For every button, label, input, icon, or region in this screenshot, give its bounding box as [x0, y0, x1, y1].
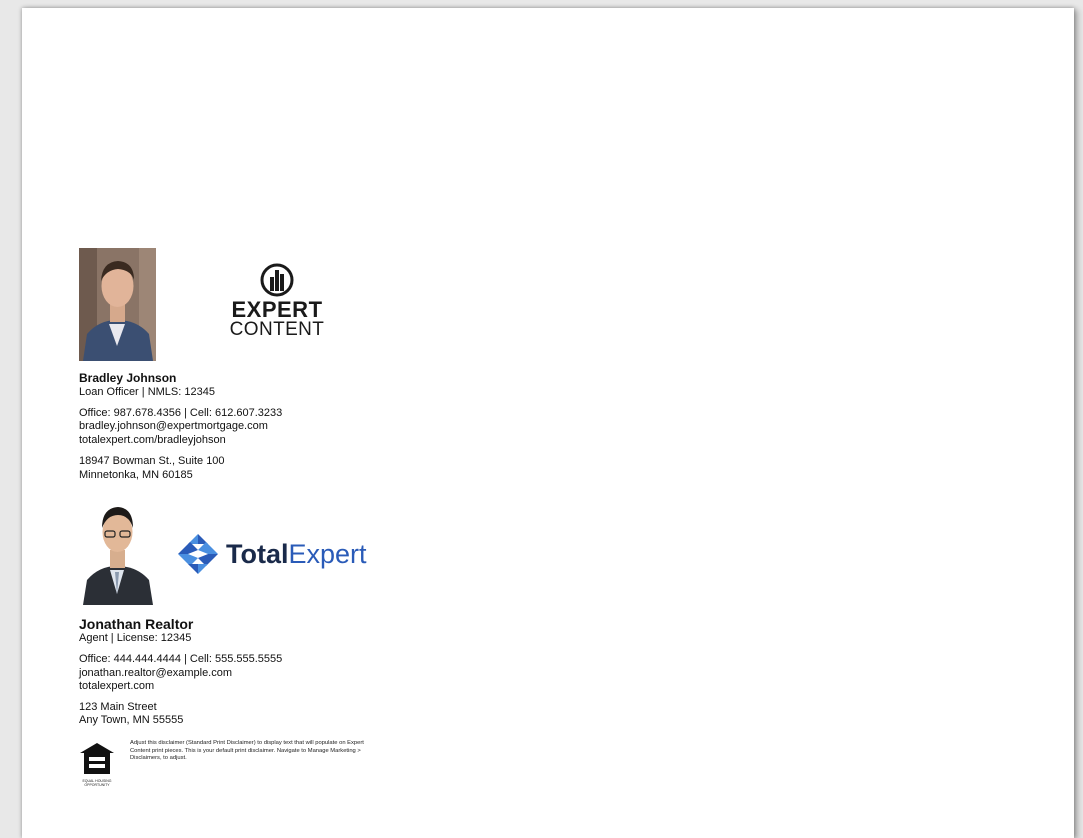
agent2-address-line1: 123 Main Street [79, 701, 157, 713]
agent1-email[interactable]: bradley.johnson@expertmortgage.com [79, 420, 268, 433]
agent1-website[interactable]: totalexpert.com/bradleyjohson [79, 434, 226, 447]
totalexpert-logo-expert: Expert [288, 538, 367, 569]
document-page: EXPERT CONTENT Bradley Johnson Loan Offi… [22, 8, 1074, 838]
print-disclaimer: Adjust this disclaimer (Standard Print D… [130, 740, 364, 762]
expert-content-logo: EXPERT CONTENT [222, 263, 332, 339]
agent2-title: Agent | License: 12345 [79, 632, 192, 644]
expert-content-logo-line2: CONTENT [229, 319, 325, 340]
agent2-name: Jonathan Realtor [79, 616, 194, 632]
expert-content-logo-line1: EXPERT [231, 297, 323, 322]
agent1-photo [79, 248, 156, 361]
building-globe-icon [260, 263, 294, 297]
agent1-address-line1: 18947 Bowman St., Suite 100 [79, 455, 225, 467]
equal-housing-opportunity-icon [78, 740, 116, 780]
agent1-phones: Office: 987.678.4356 | Cell: 612.607.323… [79, 407, 283, 419]
diamond-chevrons-icon [178, 534, 218, 574]
totalexpert-logo: Total Expert [176, 531, 367, 577]
agent1-title: Loan Officer | NMLS: 12345 [79, 386, 215, 398]
agent1-address-line2: Minnetonka, MN 60185 [79, 469, 193, 481]
agent1-name: Bradley Johnson [79, 371, 177, 385]
agent2-address-line2: Any Town, MN 55555 [79, 714, 184, 726]
agent2-website[interactable]: totalexpert.com [79, 680, 154, 693]
agent2-email[interactable]: jonathan.realtor@example.com [79, 667, 232, 680]
totalexpert-logo-total: Total [226, 538, 289, 569]
agent2-phones: Office: 444.444.4444 | Cell: 555.555.555… [79, 653, 283, 665]
agent2-photo [79, 498, 156, 605]
eho-caption: EQUAL HOUSING OPPORTUNITY [82, 779, 112, 787]
